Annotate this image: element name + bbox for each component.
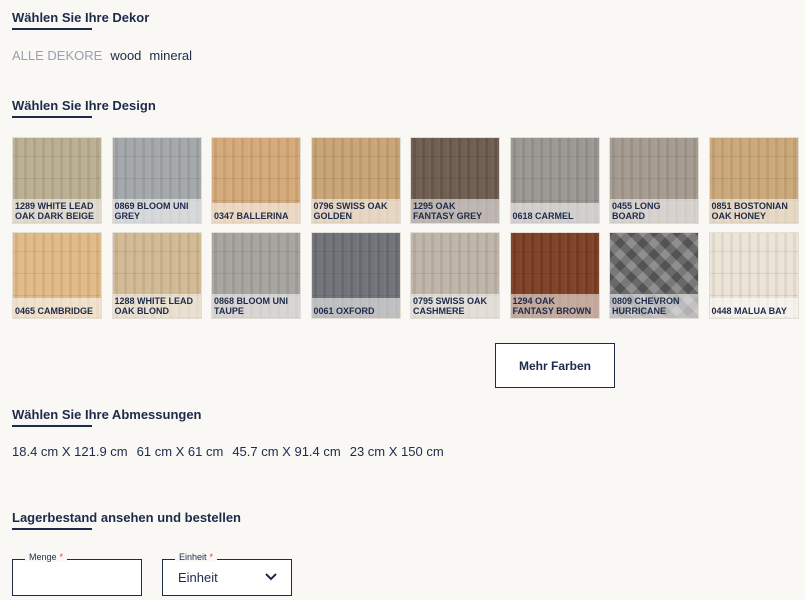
design-section-title: Wählen Sie Ihre Design — [12, 98, 156, 118]
decor-filter-list: ALLE DEKORE wood mineral — [12, 48, 192, 63]
design-label: 0618 CARMEL — [510, 203, 599, 223]
design-tile[interactable]: 0869 BLOOM UNI GREY — [111, 137, 202, 224]
design-label: 0455 LONG BOARD — [610, 199, 698, 223]
dimension-option[interactable]: 18.4 cm X 121.9 cm — [12, 444, 128, 459]
quantity-label: Menge * — [25, 552, 68, 562]
design-label: 1289 WHITE LEAD OAK DARK BEIGE — [13, 199, 101, 223]
order-section-title: Lagerbestand ansehen und bestellen — [12, 510, 241, 530]
design-tile[interactable]: 0061 OXFORD — [310, 232, 401, 319]
design-tile[interactable]: 0796 SWISS OAK GOLDEN — [310, 137, 401, 224]
design-label: 0809 CHEVRON HURRICANE — [610, 294, 698, 318]
design-tile[interactable]: 0795 SWISS OAK CASHMERE — [410, 232, 500, 319]
unit-select[interactable]: Einheit * Einheit — [162, 552, 292, 596]
unit-selected-value: Einheit — [178, 570, 218, 585]
design-tile[interactable]: 0455 LONG BOARD — [609, 137, 699, 224]
more-colors-button[interactable]: Mehr Farben — [495, 343, 615, 388]
filter-mineral[interactable]: mineral — [149, 48, 192, 63]
dimension-option[interactable]: 61 cm X 61 cm — [137, 444, 224, 459]
design-label: 0869 BLOOM UNI GREY — [112, 199, 201, 223]
design-label: 1295 OAK FANTASY GREY — [411, 199, 499, 223]
design-label: 0448 MALUA BAY — [709, 298, 798, 318]
design-label: 0347 BALLERINA — [212, 203, 300, 223]
design-label: 1288 WHITE LEAD OAK BLOND — [112, 294, 201, 318]
design-label: 0868 BLOOM UNI TAUPE — [212, 294, 300, 318]
design-label: 0851 BOSTONIAN OAK HONEY — [709, 199, 798, 223]
design-label: 0796 SWISS OAK GOLDEN — [311, 199, 400, 223]
quantity-field[interactable]: Menge * — [12, 552, 142, 596]
dimension-option[interactable]: 45.7 cm X 91.4 cm — [232, 444, 340, 459]
design-tile[interactable]: 0465 CAMBRIDGE — [12, 232, 102, 319]
dimensions-list: 18.4 cm X 121.9 cm 61 cm X 61 cm 45.7 cm… — [12, 444, 444, 459]
design-tile[interactable]: 1295 OAK FANTASY GREY — [410, 137, 500, 224]
unit-label: Einheit * — [175, 552, 218, 562]
design-tile[interactable]: 0868 BLOOM UNI TAUPE — [211, 232, 301, 319]
design-label: 0465 CAMBRIDGE — [13, 298, 101, 318]
design-tile[interactable]: 0809 CHEVRON HURRICANE — [609, 232, 699, 319]
design-label: 0061 OXFORD — [311, 298, 400, 318]
design-label: 0795 SWISS OAK CASHMERE — [411, 294, 499, 318]
filter-all-decors[interactable]: ALLE DEKORE — [12, 48, 102, 63]
design-tile[interactable]: 0851 BOSTONIAN OAK HONEY — [708, 137, 799, 224]
design-tile[interactable]: 1289 WHITE LEAD OAK DARK BEIGE — [12, 137, 102, 224]
design-tile[interactable]: 1294 OAK FANTASY BROWN — [509, 232, 600, 319]
design-tile[interactable]: 0618 CARMEL — [509, 137, 600, 224]
chevron-down-icon — [265, 573, 277, 581]
filter-wood[interactable]: wood — [110, 48, 141, 63]
dimension-option[interactable]: 23 cm X 150 cm — [350, 444, 444, 459]
decor-section-title: Wählen Sie Ihre Dekor — [12, 10, 149, 30]
design-label: 1294 OAK FANTASY BROWN — [510, 294, 599, 318]
dimensions-section-title: Wählen Sie Ihre Abmessungen — [12, 407, 202, 427]
design-tile[interactable]: 1288 WHITE LEAD OAK BLOND — [111, 232, 202, 319]
design-tile[interactable]: 0448 MALUA BAY — [708, 232, 799, 319]
design-tile[interactable]: 0347 BALLERINA — [211, 137, 301, 224]
design-grid: 1289 WHITE LEAD OAK DARK BEIGE 0869 BLOOM… — [12, 137, 799, 319]
